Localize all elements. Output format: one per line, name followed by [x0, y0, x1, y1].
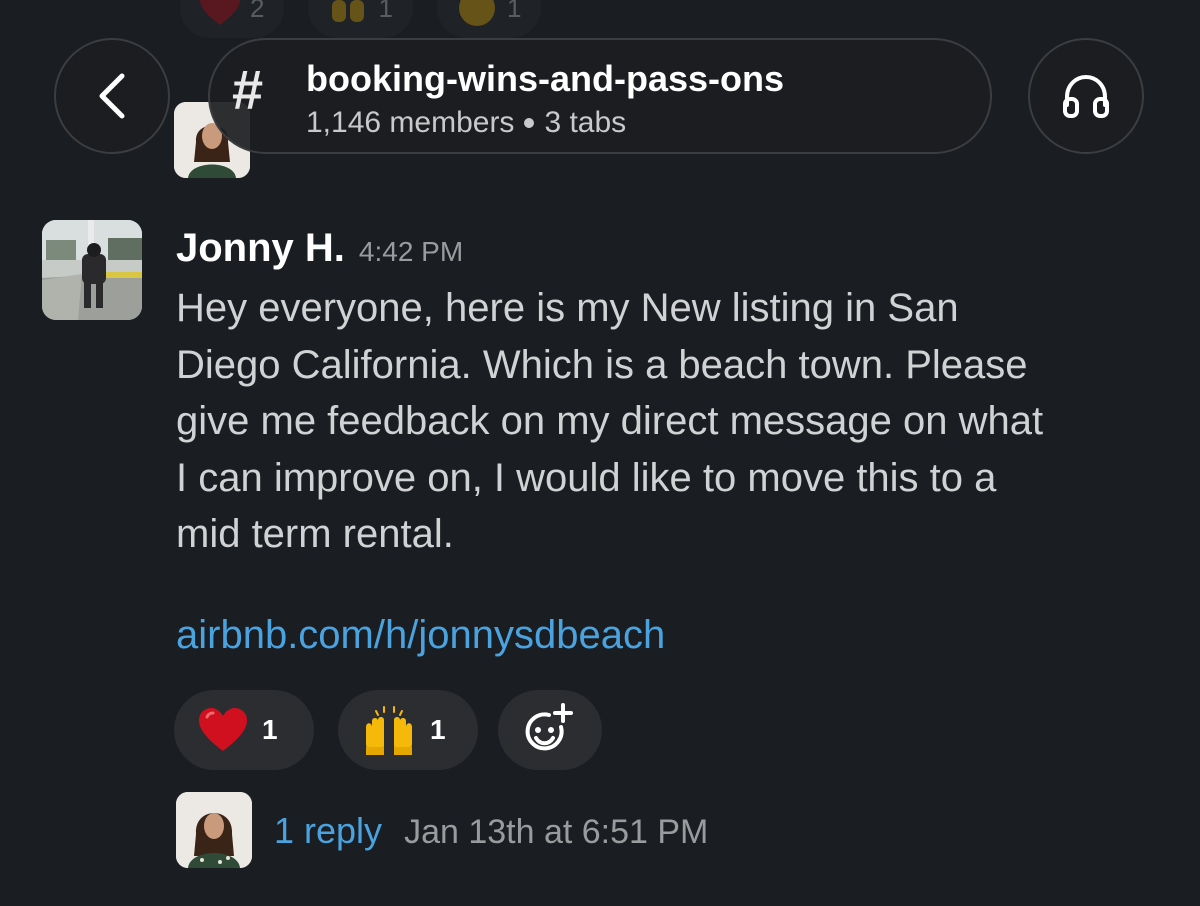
- reaction-raising-hands[interactable]: 1: [338, 690, 478, 770]
- grinning-face-icon: [458, 0, 495, 26]
- message-line: Diego California. Which is a beach town.…: [176, 342, 1028, 387]
- previous-reaction-hands[interactable]: 1: [308, 0, 413, 38]
- last-reply-time: Jan 13th at 6:51 PM: [404, 813, 709, 851]
- sender-name[interactable]: Jonny H.: [176, 226, 345, 271]
- add-reaction-icon: [525, 703, 573, 751]
- reaction-count: 1: [262, 714, 278, 745]
- listing-link[interactable]: airbnb.com/h/jonnysdbeach: [176, 613, 665, 658]
- reaction-count: 1: [430, 714, 446, 745]
- chevron-left-icon: [99, 73, 125, 119]
- message-line: give me feedback on my direct message on…: [176, 399, 1044, 443]
- huddle-button[interactable]: [1028, 38, 1144, 154]
- message-line: I can improve on, I would like to move t…: [176, 455, 997, 500]
- raising-hands-icon: [366, 706, 412, 755]
- message-timestamp: 4:42 PM: [358, 236, 464, 267]
- add-reaction-button[interactable]: [498, 690, 602, 770]
- heart-icon: [199, 708, 247, 751]
- thread-summary[interactable]: 1 reply Jan 13th at 6:51 PM: [274, 810, 708, 852]
- message-line: mid term rental.: [176, 512, 454, 556]
- member-count: 1,146 members: [306, 106, 515, 139]
- channel-meta: 1,146 members 3 tabs: [306, 106, 626, 140]
- headphones-icon: [1063, 74, 1109, 118]
- previous-reaction-heart[interactable]: 2: [180, 0, 285, 38]
- hash-icon: #: [232, 58, 264, 121]
- avatar[interactable]: [42, 220, 142, 320]
- heart-icon: [200, 0, 240, 25]
- message-line: Hey everyone, here is my New listing in …: [176, 286, 959, 330]
- previous-reaction-count: 1: [506, 0, 522, 23]
- reaction-heart[interactable]: 1: [174, 690, 314, 770]
- previous-message-reactions: 2 1 1: [180, 0, 542, 40]
- person-photo-icon: [42, 220, 142, 320]
- previous-reaction-count: 2: [250, 0, 265, 23]
- person-photo-icon: [176, 792, 252, 868]
- previous-reaction-smile[interactable]: 1: [436, 0, 542, 38]
- channel-name: booking-wins-and-pass-ons: [306, 58, 785, 99]
- reply-count-link[interactable]: 1 reply: [274, 810, 382, 852]
- tab-count: 3 tabs: [544, 106, 627, 139]
- separator-dot: [524, 118, 535, 128]
- raising-hands-icon: [332, 0, 365, 22]
- reply-avatar[interactable]: [176, 792, 252, 868]
- previous-reaction-count: 1: [378, 0, 393, 23]
- channel-header[interactable]: # booking-wins-and-pass-ons 1,146 member…: [208, 38, 992, 154]
- message-header: Jonny H. 4:42 PM: [176, 226, 463, 271]
- message-body: Hey everyone, here is my New listing in …: [176, 280, 1176, 563]
- back-button[interactable]: [54, 38, 170, 154]
